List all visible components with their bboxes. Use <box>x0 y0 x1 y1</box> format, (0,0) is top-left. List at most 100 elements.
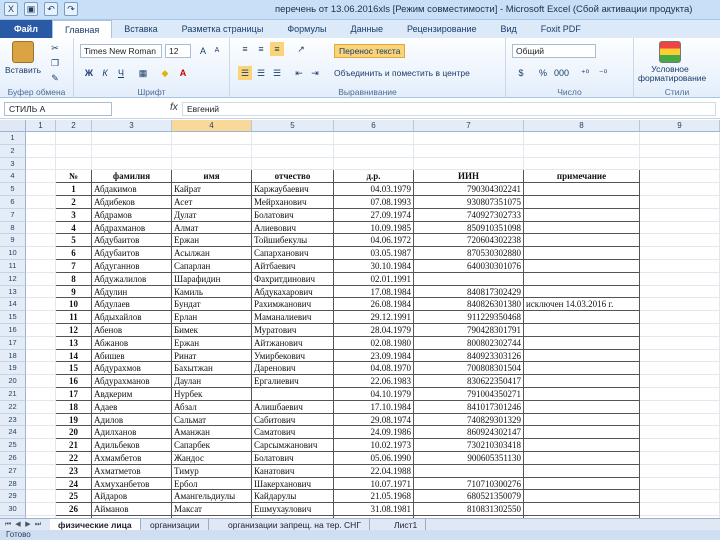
table-cell-name[interactable]: Камиль <box>172 285 252 299</box>
table-cell-dob[interactable]: 04.03.1979 <box>334 183 414 196</box>
grid-cell[interactable] <box>334 157 414 171</box>
table-cell-surname[interactable]: Айдаров <box>92 490 172 504</box>
table-cell-patronymic[interactable]: Абдукахарович <box>252 285 334 299</box>
table-cell-surname[interactable]: Абдурахманов <box>92 375 172 388</box>
table-cell-note[interactable] <box>524 375 640 388</box>
table-cell-patronymic[interactable]: Айтбаевич <box>252 260 334 273</box>
table-cell-surname[interactable]: Абдулин <box>92 285 172 299</box>
grid-cell[interactable] <box>26 196 56 209</box>
grid-cell[interactable] <box>640 426 720 440</box>
table-cell-num[interactable]: 10 <box>56 298 92 312</box>
grid-cell[interactable] <box>640 260 720 273</box>
table-cell-surname[interactable]: Абдибеков <box>92 196 172 209</box>
grid-cell[interactable] <box>26 132 56 145</box>
row-header[interactable]: 23 <box>0 413 26 427</box>
table-cell-patronymic[interactable]: Тойшибекулы <box>252 234 334 248</box>
table-cell-surname[interactable]: Абдрамов <box>92 208 172 222</box>
table-cell-note[interactable] <box>524 221 640 235</box>
grid-cell[interactable] <box>524 157 640 171</box>
table-cell-num[interactable]: 7 <box>56 260 92 273</box>
table-cell-patronymic[interactable]: Муратович <box>252 324 334 337</box>
table-cell-patronymic[interactable]: Сапарханович <box>252 247 334 260</box>
table-cell-note[interactable] <box>524 183 640 196</box>
grid-cell[interactable] <box>334 132 414 145</box>
table-cell-num[interactable]: 11 <box>56 311 92 324</box>
row-header[interactable]: 20 <box>0 375 26 388</box>
grid-cell[interactable] <box>26 375 56 388</box>
table-cell-dob[interactable]: 10.09.1985 <box>334 221 414 235</box>
table-cell-dob[interactable]: 28.04.1979 <box>334 324 414 337</box>
table-cell-dob[interactable]: 10.02.1973 <box>334 439 414 452</box>
table-cell-dob[interactable]: 07.08.1993 <box>334 196 414 209</box>
table-cell-surname[interactable]: Абдыхайлов <box>92 311 172 324</box>
table-cell-note[interactable] <box>524 477 640 491</box>
table-cell-surname[interactable]: Адаев <box>92 400 172 414</box>
table-cell-name[interactable]: Ержан <box>172 336 252 350</box>
grid-cell[interactable] <box>640 311 720 324</box>
row-header[interactable]: 14 <box>0 298 26 312</box>
grid-cell[interactable] <box>26 400 56 414</box>
row-header[interactable]: 25 <box>0 439 26 452</box>
table-cell-iin[interactable]: 830622350417 <box>414 375 524 388</box>
table-cell-surname[interactable]: Абдакимов <box>92 183 172 196</box>
grid-cell[interactable] <box>26 439 56 452</box>
grid-cell[interactable] <box>92 144 172 158</box>
table-cell-note[interactable] <box>524 503 640 516</box>
table-cell-note[interactable] <box>524 285 640 299</box>
table-cell-note[interactable] <box>524 311 640 324</box>
table-cell-surname[interactable]: Абдулаев <box>92 298 172 312</box>
table-cell-patronymic[interactable]: Сарсымжанович <box>252 439 334 452</box>
table-cell-dob[interactable]: 22.04.1988 <box>334 464 414 478</box>
column-header[interactable]: 8 <box>524 120 640 132</box>
table-cell-num[interactable]: 22 <box>56 452 92 465</box>
table-cell-iin[interactable] <box>414 464 524 478</box>
number-format-select[interactable]: Общий <box>512 44 596 58</box>
align-bottom-icon[interactable]: ≡ <box>270 42 284 56</box>
grid-cell[interactable] <box>26 349 56 363</box>
row-header[interactable]: 5 <box>0 183 26 196</box>
grid-cell[interactable] <box>640 503 720 516</box>
table-cell-note[interactable] <box>524 196 640 209</box>
grid-cell[interactable] <box>524 144 640 158</box>
table-cell-iin[interactable]: 720604302238 <box>414 234 524 248</box>
table-cell-patronymic[interactable]: Сабитович <box>252 413 334 427</box>
grid-cell[interactable] <box>640 375 720 388</box>
grid-cell[interactable] <box>56 157 92 171</box>
table-cell-name[interactable]: Жандос <box>172 452 252 465</box>
table-header-name[interactable]: имя <box>172 170 252 184</box>
table-cell-name[interactable]: Ринат <box>172 349 252 363</box>
grid-cell[interactable] <box>640 400 720 414</box>
table-cell-patronymic[interactable]: Мейрханович <box>252 196 334 209</box>
grid-cell[interactable] <box>26 247 56 260</box>
table-cell-name[interactable]: Кайрат <box>172 183 252 196</box>
table-cell-num[interactable]: 14 <box>56 349 92 363</box>
grid-cell[interactable] <box>640 170 720 184</box>
table-cell-patronymic[interactable]: Даренович <box>252 362 334 376</box>
table-cell-iin[interactable]: 810831302550 <box>414 503 524 516</box>
table-cell-dob[interactable]: 29.12.1991 <box>334 311 414 324</box>
table-header-surname[interactable]: фамилия <box>92 170 172 184</box>
grid-cell[interactable] <box>26 324 56 337</box>
last-sheet-icon[interactable]: ⏭ <box>34 520 42 530</box>
undo-icon[interactable]: ↶ <box>44 2 58 16</box>
align-left-icon[interactable]: ☰ <box>238 66 252 80</box>
italic-button[interactable]: К <box>98 66 112 80</box>
grid-cell[interactable] <box>414 144 524 158</box>
grid-cell[interactable] <box>640 362 720 376</box>
table-cell-num[interactable]: 5 <box>56 234 92 248</box>
percent-icon[interactable]: % <box>536 66 550 80</box>
table-cell-name[interactable]: Даулан <box>172 375 252 388</box>
row-header[interactable]: 6 <box>0 196 26 209</box>
table-cell-num[interactable]: 9 <box>56 285 92 299</box>
table-cell-name[interactable]: Сапарбек <box>172 439 252 452</box>
conditional-formatting-button[interactable]: Условное форматирование <box>638 41 706 83</box>
grid-cell[interactable] <box>172 132 252 145</box>
row-header[interactable]: 29 <box>0 490 26 504</box>
table-cell-note[interactable] <box>524 413 640 427</box>
name-box[interactable]: СТИЛЬ А <box>4 102 112 116</box>
select-all-corner[interactable] <box>0 120 26 132</box>
orientation-icon[interactable]: ↗ <box>294 42 308 56</box>
merge-center-button[interactable]: Объединить и поместить в центре <box>334 68 470 78</box>
grid-cell[interactable] <box>640 413 720 427</box>
table-cell-dob[interactable]: 17.08.1984 <box>334 285 414 299</box>
